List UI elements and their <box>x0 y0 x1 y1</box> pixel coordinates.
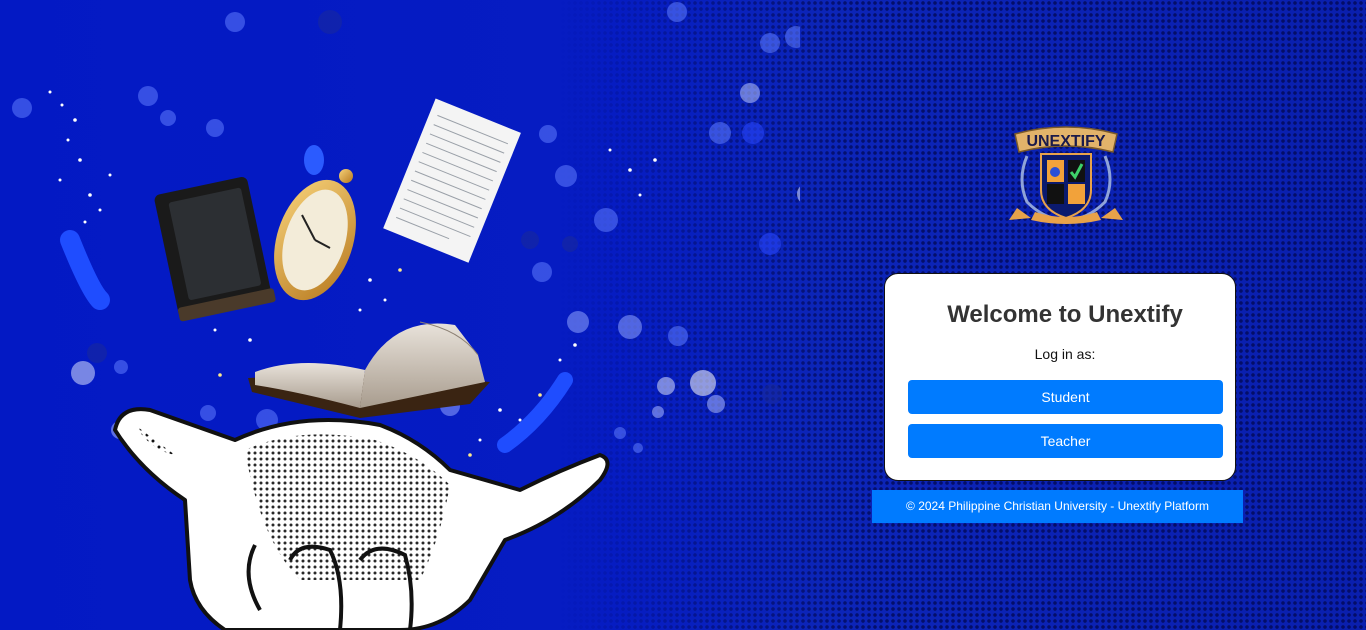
logo-text: UNEXTIFY <box>1026 133 1105 150</box>
pocket-watch-icon <box>274 169 356 301</box>
streak-mid <box>304 145 324 175</box>
login-card: Welcome to Unextify Log in as: Student T… <box>884 273 1236 481</box>
streak-right <box>497 372 573 453</box>
paper-icon <box>383 98 521 263</box>
footer-copyright: © 2024 Philippine Christian University -… <box>872 490 1243 523</box>
streak-left <box>60 230 110 310</box>
hand-icon <box>113 407 610 630</box>
unextify-logo: UNEXTIFY <box>1009 126 1123 224</box>
open-book-icon <box>248 321 490 418</box>
book-icon <box>154 177 276 322</box>
login-role-prompt: Log in as: <box>1034 346 1096 362</box>
student-login-button[interactable]: Student <box>908 380 1223 414</box>
teacher-login-button[interactable]: Teacher <box>908 424 1223 458</box>
page-title: Welcome to Unextify <box>947 301 1183 328</box>
hero-illustration <box>12 2 800 630</box>
